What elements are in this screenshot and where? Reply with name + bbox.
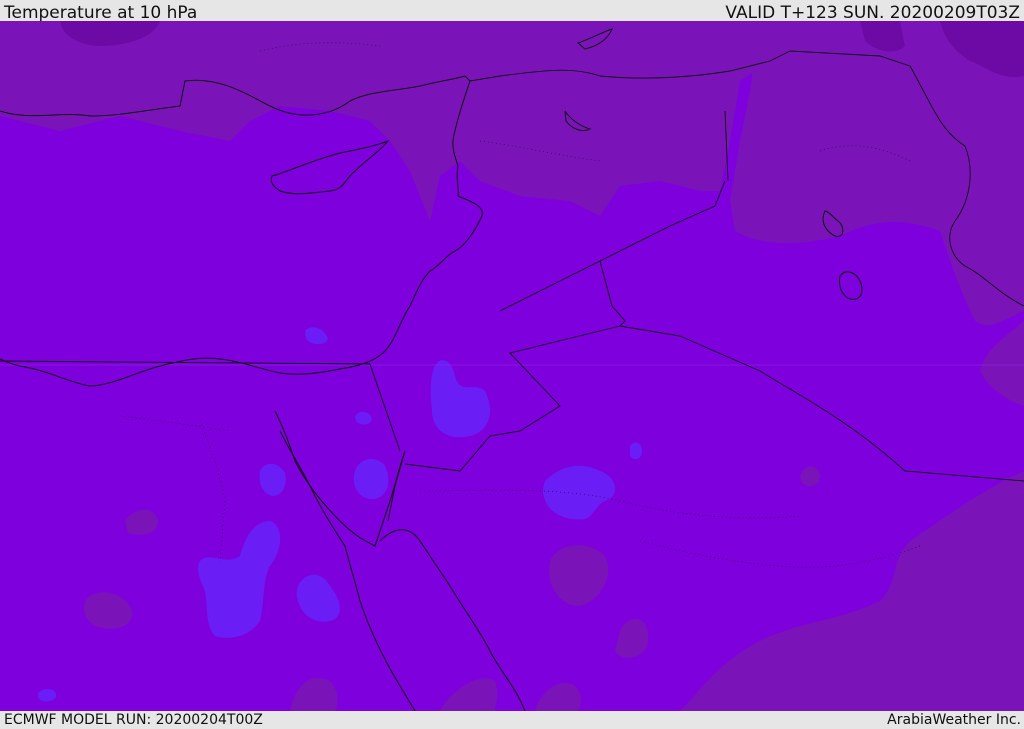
map-title: Temperature at 10 hPa <box>4 3 198 23</box>
credit-label: ArabiaWeather Inc. <box>887 712 1021 728</box>
footer-bar: ECMWF MODEL RUN: 20200204T00Z ArabiaWeat… <box>0 711 1024 729</box>
header-bar: Temperature at 10 hPa VALID T+123 SUN. 2… <box>0 0 1024 23</box>
weather-map[interactable] <box>0 21 1024 711</box>
valid-time-label: VALID T+123 SUN. 20200209T03Z <box>725 3 1020 23</box>
model-run-label: ECMWF MODEL RUN: 20200204T00Z <box>4 712 263 728</box>
cool-patch-sinai <box>353 459 389 500</box>
